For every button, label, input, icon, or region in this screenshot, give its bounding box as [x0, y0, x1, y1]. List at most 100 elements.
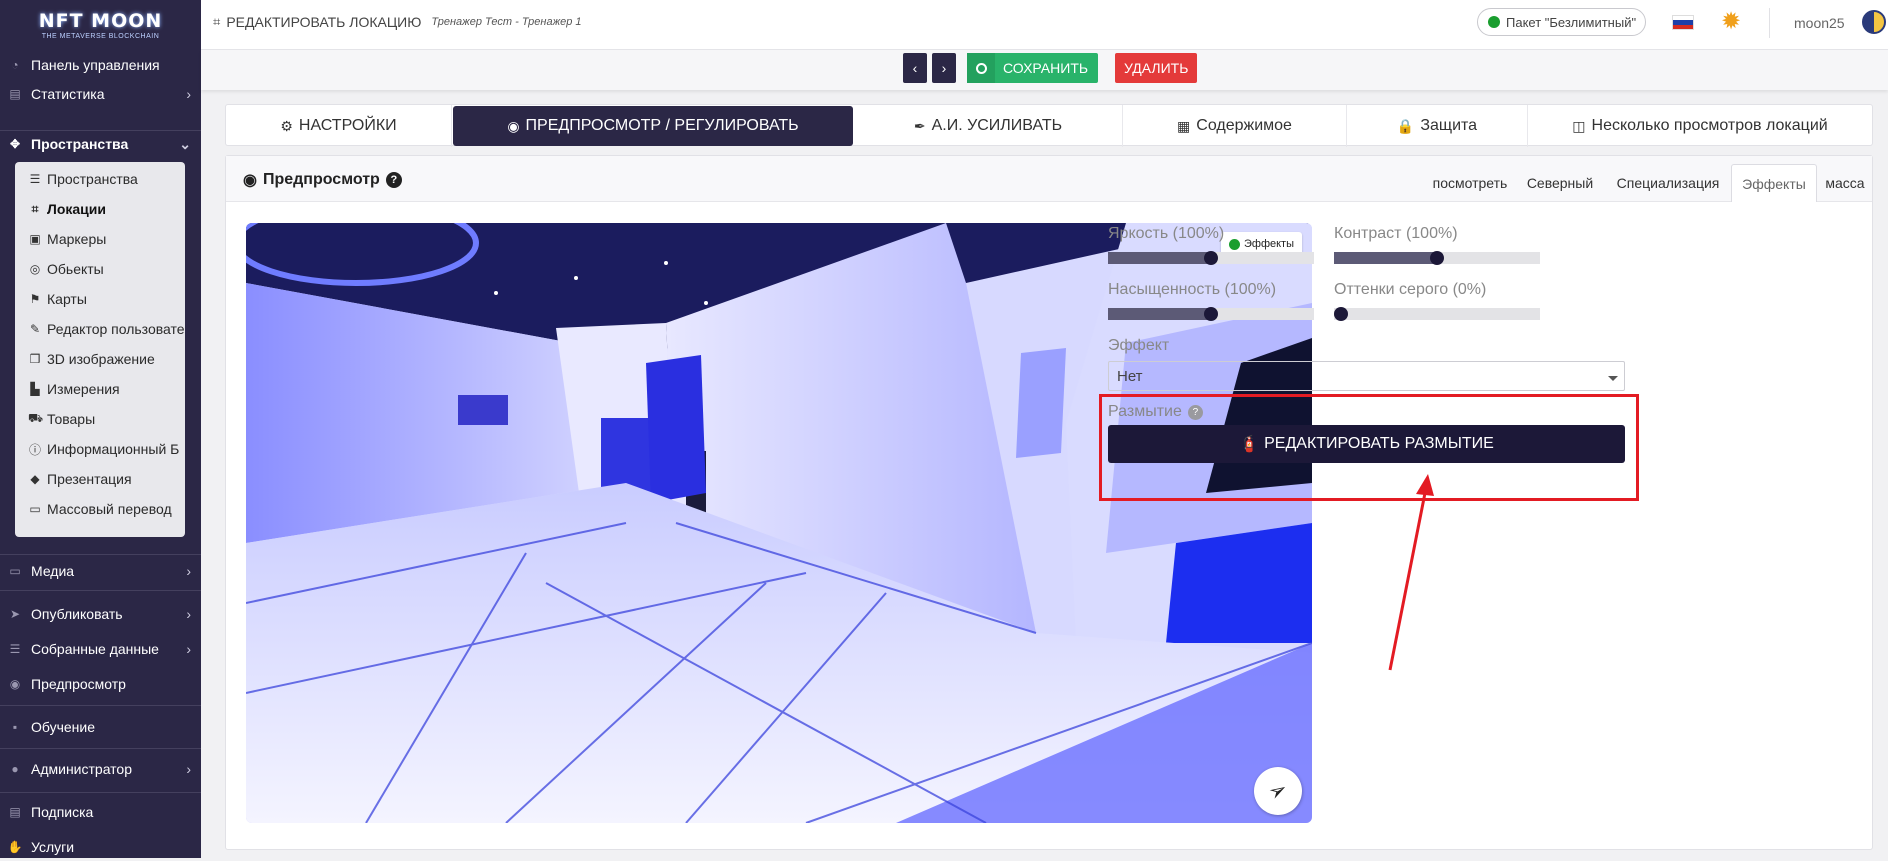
slider-handle[interactable] [1334, 307, 1348, 321]
username[interactable]: moon25 [1794, 15, 1845, 31]
logo-tagline: THE METAVERSE BLOCKCHAIN [41, 33, 160, 40]
subtab-specialization[interactable]: Специализация [1609, 164, 1727, 202]
submenu-label: Товары [47, 411, 96, 427]
sidebar-item-statistics[interactable]: ▤ Статистика › [0, 80, 201, 108]
submenu-label: Локации [47, 201, 106, 217]
sidebar-item-spaces[interactable]: ✥ Пространства ⌄ [0, 130, 201, 158]
sidebar-item-publish[interactable]: ➤ Опубликовать › [0, 600, 201, 628]
chevron-right-icon: › [186, 641, 191, 657]
tab-settings[interactable]: ⚙ НАСТРОЙКИ [226, 105, 452, 147]
prev-button[interactable]: ‹ [903, 53, 927, 83]
highlight-box [1099, 394, 1639, 501]
submenu-item-spaces[interactable]: ☰ Пространства [15, 166, 185, 192]
sidebar-item-admin[interactable]: ● Администратор › [0, 755, 201, 783]
sun-icon[interactable]: ✹ [1719, 10, 1743, 34]
send-icon: ➤ [9, 607, 21, 621]
location-icon: ⌗ [31, 201, 39, 216]
subtab-view[interactable]: посмотреть [1426, 164, 1514, 202]
sidebar-item-preview[interactable]: ◉ Предпросмотр [0, 670, 201, 698]
save-button[interactable]: СОХРАНИТЬ [967, 53, 1099, 83]
avatar[interactable] [1862, 10, 1886, 34]
submenu-item-markers[interactable]: ▣ Маркеры [15, 226, 185, 252]
subtab-effects[interactable]: Эффекты [1731, 164, 1817, 202]
slider-fill [1108, 308, 1211, 320]
submenu-item-products[interactable]: ⛟ Товары [15, 406, 185, 432]
effect-label: Эффект [1108, 337, 1170, 354]
chevron-down-icon: ⌄ [179, 135, 191, 152]
slider-handle[interactable] [1430, 251, 1444, 265]
effect-select-value: Нет [1117, 367, 1143, 385]
lock-icon: 🔒 [1396, 117, 1415, 134]
effect-select[interactable]: Нет [1108, 361, 1625, 391]
submenu-item-locations[interactable]: ⌗ Локации [15, 196, 185, 222]
spaces-icon: ✥ [9, 137, 21, 151]
submenu-label: Карты [47, 291, 87, 307]
briefcase-icon: ▪ [12, 720, 18, 734]
sidebar-item-collected-data[interactable]: ☰ Собранные данные › [0, 635, 201, 663]
delete-button[interactable]: УДАЛИТЬ [1115, 53, 1198, 83]
diamond-icon: ◆ [30, 472, 40, 486]
images-icon: ▦ [1177, 117, 1191, 134]
sidebar-item-dashboard[interactable]: ◔ Панель управления [0, 51, 201, 79]
submenu-item-maps[interactable]: ⚑ Карты [15, 286, 185, 312]
subtab-mass[interactable]: масса [1820, 164, 1870, 202]
contrast-slider[interactable] [1334, 251, 1540, 265]
divider [0, 748, 201, 749]
sidebar-item-media[interactable]: ▭ Медиа › [0, 557, 201, 585]
submenu-item-objects[interactable]: ◎ Обьекты [15, 256, 185, 282]
tab-ai-enhance[interactable]: ✒ А.И. УСИЛИВАТЬ [854, 105, 1123, 147]
grayscale-slider[interactable] [1334, 307, 1540, 321]
saturation-slider[interactable] [1108, 307, 1314, 321]
plan-label: Пакет "Безлимитный" [1506, 14, 1637, 30]
image-icon: ▣ [29, 232, 41, 246]
slider-fill [1334, 252, 1437, 264]
edit-icon: ✎ [29, 322, 41, 336]
ruler-icon: ▙ [30, 382, 40, 396]
tab-multi-views[interactable]: ◫ Несколько просмотров локаций [1528, 105, 1872, 147]
info-icon: ⓘ [28, 442, 41, 457]
slider-handle[interactable] [1204, 251, 1218, 265]
sidebar-item-training[interactable]: ▪ Обучение [0, 713, 201, 741]
database-icon: ☰ [9, 642, 21, 656]
slider-handle[interactable] [1204, 307, 1218, 321]
sidebar-item-label: Медиа [31, 563, 75, 579]
brightness-slider[interactable] [1108, 251, 1314, 265]
tab-protection[interactable]: 🔒 Защита [1347, 105, 1528, 147]
sidebar-item-subscription[interactable]: ▤ Подписка [0, 798, 201, 826]
submenu-label: Редактор пользовате [47, 321, 185, 337]
submenu-item-bulk-translate[interactable]: ▭ Массовый перевод [15, 496, 185, 522]
help-icon[interactable]: ? [385, 172, 402, 188]
subtab-north[interactable]: Северный [1519, 164, 1601, 202]
chevron-right-icon: › [186, 86, 191, 102]
next-button[interactable]: › [932, 53, 956, 83]
submenu-item-user-editor[interactable]: ✎ Редактор пользовате [15, 316, 185, 342]
russian-flag-icon[interactable] [1672, 15, 1694, 30]
saturation-label: Насыщенность (100%) [1108, 281, 1277, 298]
map-icon: ⚑ [29, 292, 41, 306]
page-title: ⌗ РЕДАКТИРОВАТЬ ЛОКАЦИЮ Тренажер Тест - … [213, 14, 582, 30]
tab-label: А.И. УСИЛИВАТЬ [931, 117, 1063, 134]
divider [0, 590, 201, 591]
submenu-item-3d-image[interactable]: ❒ 3D изображение [15, 346, 185, 372]
tab-content[interactable]: ▦ Содержимое [1123, 105, 1347, 147]
submenu-item-presentation[interactable]: ◆ Презентация [15, 466, 185, 492]
breadcrumb: Тренажер Тест - Тренажер 1 [431, 16, 582, 28]
sidebar-item-label: Опубликовать [31, 606, 123, 622]
submenu-item-measurements[interactable]: ▙ Измерения [15, 376, 185, 402]
tab-preview-adjust[interactable]: ◉ ПРЕДПРОСМОТР / РЕГУЛИРОВАТЬ [453, 106, 853, 146]
submenu-label: Пространства [47, 171, 138, 187]
user-icon: ● [11, 762, 19, 776]
submenu-label: Измерения [47, 381, 120, 397]
sidebar-item-services[interactable]: ✋ Услуги [0, 833, 201, 861]
tab-label: Защита [1420, 117, 1478, 134]
card-title: ◉ Предпросмотр ? [243, 170, 402, 190]
eye-icon: ◉ [507, 117, 520, 134]
submenu-label: Информационный Б [47, 441, 180, 457]
plan-badge[interactable]: Пакет "Безлимитный" [1477, 8, 1647, 36]
card-title-text: Предпросмотр [262, 171, 380, 188]
submenu-label: Презентация [47, 471, 132, 487]
logo[interactable]: NFT MOON THE METAVERSE BLOCKCHAIN [0, 0, 201, 50]
sidebar-item-label: Собранные данные [31, 641, 159, 657]
divider [0, 554, 201, 555]
submenu-item-info-block[interactable]: ⓘ Информационный Б [15, 436, 185, 462]
